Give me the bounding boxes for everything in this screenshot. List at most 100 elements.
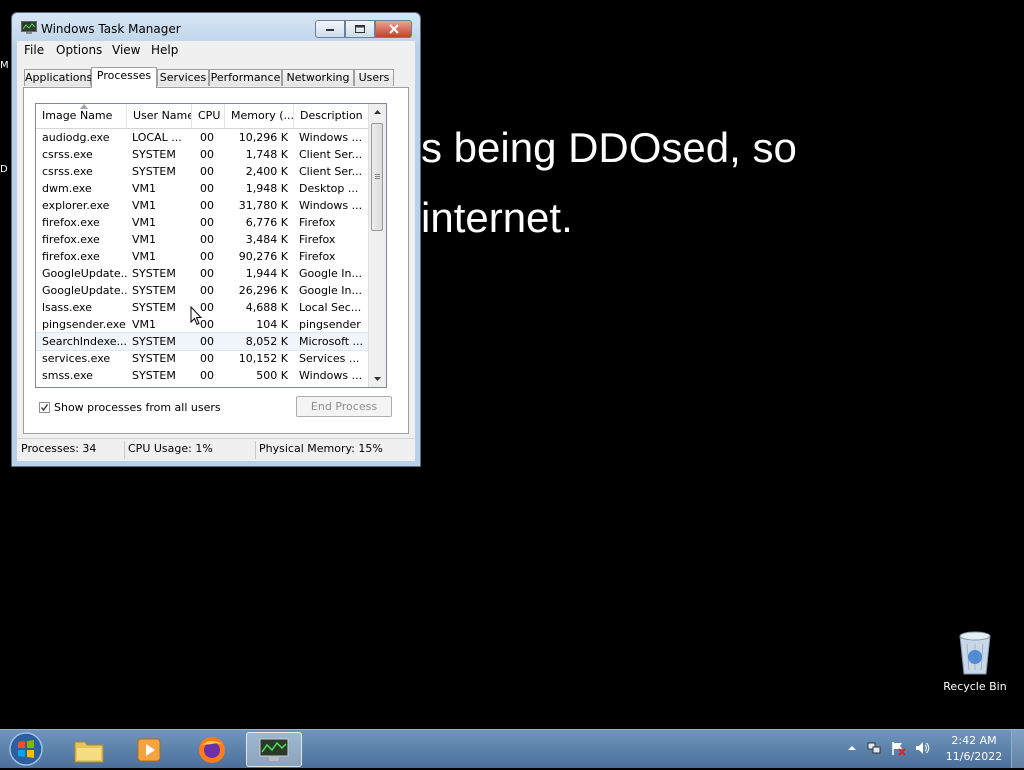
process-description: Firefox (299, 250, 336, 263)
process-cpu: 00 (200, 148, 214, 161)
network-icon[interactable] (866, 740, 882, 756)
status-cpu-usage: CPU Usage: 1% (128, 442, 213, 455)
close-button[interactable] (375, 20, 412, 38)
wallpaper-text-line1: s being DDOsed, so (421, 124, 797, 171)
table-row[interactable]: GoogleUpdate... SYSTEM 00 26,296 K Google In… (36, 282, 370, 299)
taskbar-firefox[interactable] (184, 732, 240, 767)
process-cpu: 00 (200, 352, 214, 365)
process-description: Windows ... (299, 131, 363, 144)
table-row[interactable]: dwm.exe VM1 00 1,948 K Desktop ... (36, 180, 370, 197)
process-description: Windows ... (299, 199, 363, 212)
process-cpu: 00 (200, 199, 214, 212)
scroll-down-button[interactable] (369, 370, 386, 387)
column-image-name-label: Image Name (42, 109, 113, 122)
windows-start-orb-icon (9, 732, 43, 766)
checkmark-icon (40, 404, 49, 412)
table-row[interactable]: pingsender.exe VM1 00 104 K pingsender (36, 316, 370, 333)
taskbar-explorer[interactable] (61, 732, 117, 767)
column-memory[interactable]: Memory (... (225, 104, 294, 128)
process-user-name: SYSTEM (132, 369, 176, 382)
table-row[interactable]: csrss.exe SYSTEM 00 1,748 K Client Ser... (36, 146, 370, 163)
desktop-edge-letter-d: D (0, 164, 8, 175)
process-image-name: dwm.exe (42, 182, 92, 195)
tab-users[interactable]: Users (354, 69, 394, 86)
volume-icon[interactable] (914, 740, 930, 756)
column-description[interactable]: Description (294, 104, 370, 128)
table-row[interactable]: explorer.exe VM1 00 31,780 K Windows ... (36, 197, 370, 214)
show-hidden-icons-icon[interactable] (844, 740, 860, 756)
status-bar: Processes: 34 CPU Usage: 1% Physical Mem… (17, 438, 415, 461)
process-user-name: SYSTEM (132, 284, 176, 297)
process-description: Windows ... (299, 369, 363, 382)
taskbar-media-player[interactable] (122, 732, 178, 767)
column-cpu[interactable]: CPU (192, 104, 225, 128)
process-memory: 2,400 K (245, 165, 288, 178)
column-image-name[interactable]: Image Name (36, 104, 127, 128)
status-process-count: Processes: 34 (21, 442, 97, 455)
process-description: Client Ser... (299, 165, 363, 178)
process-image-name: explorer.exe (42, 199, 110, 212)
table-row[interactable]: GoogleUpdate... SYSTEM 00 1,944 K Google In.… (36, 265, 370, 282)
recycle-bin[interactable]: Recycle Bin (938, 630, 1012, 693)
tab-services[interactable]: Services (157, 69, 209, 86)
table-row[interactable]: firefox.exe VM1 00 90,276 K Firefox (36, 248, 370, 265)
process-cpu: 00 (200, 267, 214, 280)
menu-help[interactable]: Help (148, 43, 181, 57)
table-row[interactable]: SearchIndexe... SYSTEM 00 8,052 K Microsoft … (36, 332, 371, 351)
end-process-button[interactable]: End Process (296, 396, 392, 417)
process-description: Firefox (299, 216, 336, 229)
table-row[interactable]: lsass.exe SYSTEM 00 4,688 K Local Sec... (36, 299, 370, 316)
clock-date: 11/6/2022 (945, 750, 1003, 763)
process-list[interactable]: Image Name User Name CPU Memory (... Des… (35, 103, 387, 388)
show-all-users-checkbox[interactable] (39, 402, 50, 413)
menu-bar: File Options View Help (17, 41, 415, 61)
process-description: Firefox (299, 233, 336, 246)
scroll-up-button[interactable] (369, 104, 386, 121)
table-row[interactable]: audiodg.exe LOCAL ... 00 10,296 K Windows ..… (36, 129, 370, 146)
task-manager-window[interactable]: Windows Task Manager File Options View H… (11, 12, 421, 467)
process-image-name: audiodg.exe (42, 131, 110, 144)
taskbar-task-manager[interactable] (246, 732, 302, 767)
process-image-name: csrss.exe (42, 148, 93, 161)
process-memory: 1,948 K (245, 182, 288, 195)
mouse-cursor-icon (190, 306, 202, 326)
recycle-bin-label: Recycle Bin (943, 680, 1007, 693)
table-row[interactable]: smss.exe SYSTEM 00 500 K Windows ... (36, 367, 370, 384)
table-row[interactable]: csrss.exe SYSTEM 00 2,400 K Client Ser... (36, 163, 370, 180)
process-user-name: SYSTEM (132, 352, 176, 365)
process-list-scrollbar[interactable] (368, 104, 386, 387)
tab-applications[interactable]: Applications (24, 69, 92, 86)
maximize-button[interactable] (345, 20, 375, 38)
tab-networking[interactable]: Networking (282, 69, 354, 86)
table-row[interactable]: firefox.exe VM1 00 6,776 K Firefox (36, 214, 370, 231)
process-cpu: 00 (200, 250, 214, 263)
show-desktop-button[interactable] (1011, 730, 1024, 768)
minimize-button[interactable] (315, 20, 345, 38)
process-description: Google In... (299, 267, 362, 280)
taskbar-clock[interactable]: 2:42 AM 11/6/2022 (934, 733, 1014, 765)
tab-processes[interactable]: Processes (91, 67, 157, 88)
process-description: Client Ser... (299, 148, 363, 161)
process-memory: 3,484 K (245, 233, 288, 246)
scroll-thumb[interactable] (371, 123, 383, 231)
process-image-name: lsass.exe (42, 301, 92, 314)
scroll-down-arrow-icon (374, 377, 381, 381)
process-user-name: SYSTEM (132, 165, 176, 178)
menu-options[interactable]: Options (53, 43, 105, 57)
process-cpu: 00 (200, 335, 214, 348)
column-user-name[interactable]: User Name (127, 104, 192, 128)
menu-file[interactable]: File (21, 43, 47, 57)
process-image-name: smss.exe (42, 369, 93, 382)
process-memory: 104 K (256, 318, 288, 331)
process-description: pingsender (299, 318, 361, 331)
process-description: Microsoft ... (299, 335, 364, 348)
table-row[interactable]: firefox.exe VM1 00 3,484 K Firefox (36, 231, 370, 248)
process-user-name: VM1 (132, 233, 157, 246)
tab-performance[interactable]: Performance (209, 69, 282, 86)
start-button[interactable] (6, 731, 46, 767)
action-center-flag-icon[interactable] (890, 740, 906, 756)
process-image-name: firefox.exe (42, 250, 100, 263)
process-user-name: VM1 (132, 199, 157, 212)
menu-view[interactable]: View (109, 43, 143, 57)
table-row[interactable]: services.exe SYSTEM 00 10,152 K Services ... (36, 350, 370, 367)
